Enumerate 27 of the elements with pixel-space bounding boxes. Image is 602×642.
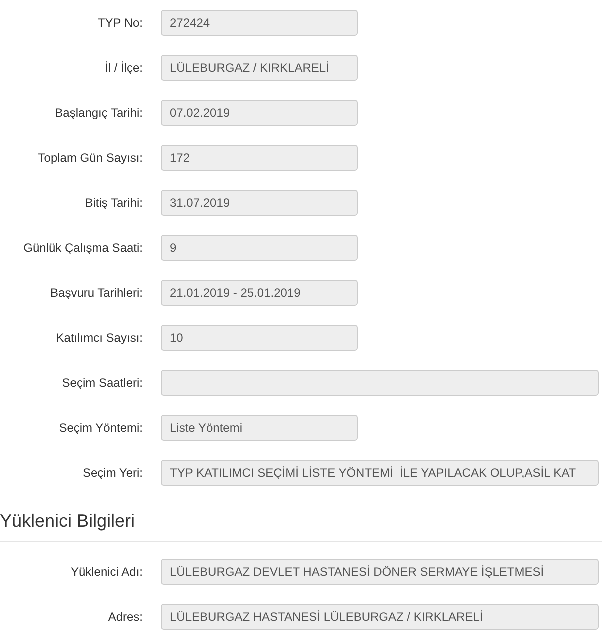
field-label: İl / İlçe: — [104, 60, 143, 77]
text-field[interactable]: 10 — [161, 325, 358, 351]
text-field[interactable]: LÜLEBURGAZ / KIRKLARELİ — [161, 55, 358, 81]
text-field[interactable]: 31.07.2019 — [161, 190, 358, 216]
text-field[interactable]: 172 — [161, 145, 358, 171]
field-label: TYP No: — [98, 15, 143, 32]
field-label: Seçim Yeri: — [82, 465, 143, 482]
field-label: Başvuru Tarihleri: — [50, 285, 143, 302]
text-field[interactable]: LÜLEBURGAZ DEVLET HASTANESİ DÖNER SERMAYE İŞLETMESİ — [161, 559, 599, 585]
field-label: Günlük Çalışma Saati: — [24, 240, 143, 257]
field-label: Toplam Gün Sayısı: — [38, 150, 143, 167]
field-label: Başlangıç Tarihi: — [55, 105, 143, 122]
text-field[interactable]: 272424 — [161, 10, 358, 36]
field-label: Katılımcı Sayısı: — [56, 330, 143, 347]
field-label: Adres: — [108, 609, 143, 626]
field-label: Seçim Saatleri: — [62, 375, 143, 392]
field-label: Seçim Yöntemi: — [59, 420, 143, 437]
text-field[interactable]: TYP KATILIMCI SEÇİMİ LİSTE YÖNTEMİ İLE YAPILACAK OLUP,ASİL KAT — [161, 460, 599, 486]
text-field[interactable] — [161, 370, 599, 396]
field-label: Bitiş Tarihi: — [85, 195, 143, 212]
text-field[interactable]: 07.02.2019 — [161, 100, 358, 126]
text-field[interactable]: 9 — [161, 235, 358, 261]
section-heading: Yüklenici Bilgileri — [0, 510, 136, 532]
text-field[interactable]: Liste Yöntemi — [161, 415, 358, 441]
text-field[interactable]: 21.01.2019 - 25.01.2019 — [161, 280, 358, 306]
field-label: Yüklenici Adı: — [70, 564, 143, 581]
text-field[interactable]: LÜLEBURGAZ HASTANESİ LÜLEBURGAZ / KIRKLARELİ — [161, 604, 599, 630]
